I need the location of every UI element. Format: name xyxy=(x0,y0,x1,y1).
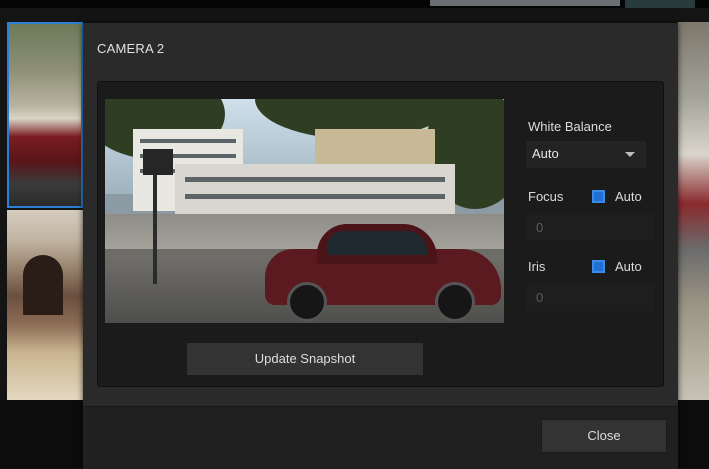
snapshot-window xyxy=(185,177,445,182)
snapshot-car-wheel xyxy=(287,282,327,322)
iris-auto-checkbox[interactable] xyxy=(592,260,605,273)
snapshot-window xyxy=(185,194,445,199)
thumbnail-doorway xyxy=(23,255,63,315)
focus-auto-label: Auto xyxy=(615,189,642,204)
focus-value: 0 xyxy=(536,220,544,235)
iris-value: 0 xyxy=(536,290,544,305)
iris-value-field[interactable]: 0 xyxy=(526,284,654,311)
dialog-title: CAMERA 2 xyxy=(97,41,165,56)
top-bar-highlight xyxy=(430,0,620,6)
snapshot-car-wheel xyxy=(435,282,475,322)
camera-snapshot-image xyxy=(105,99,504,323)
close-button[interactable]: Close xyxy=(541,419,667,453)
camera-settings-dialog: CAMERA 2 White Balance Auto Focus Auto 0… xyxy=(83,23,678,469)
snapshot-sign xyxy=(143,149,173,175)
iris-label: Iris xyxy=(528,259,546,274)
focus-auto-checkbox[interactable] xyxy=(592,190,605,203)
camera-thumbnail-selected[interactable] xyxy=(7,22,83,208)
focus-label: Focus xyxy=(528,189,564,204)
camera-thumbnail[interactable] xyxy=(7,210,83,400)
chevron-down-icon xyxy=(625,152,635,157)
update-snapshot-button[interactable]: Update Snapshot xyxy=(186,342,424,376)
camera-thumbnail-right[interactable] xyxy=(678,22,709,400)
top-bar xyxy=(0,0,709,8)
focus-value-field[interactable]: 0 xyxy=(526,214,654,241)
dialog-footer: Close xyxy=(83,406,678,469)
iris-auto-label: Auto xyxy=(615,259,642,274)
white-balance-label: White Balance xyxy=(528,119,612,134)
snapshot-car-window xyxy=(327,231,427,255)
white-balance-select[interactable]: Auto xyxy=(526,141,646,168)
snapshot-window xyxy=(140,139,236,143)
white-balance-value: Auto xyxy=(532,146,559,161)
snapshot-building xyxy=(175,164,455,219)
top-bar-highlight-right xyxy=(625,0,695,8)
camera-panel: White Balance Auto Focus Auto 0 Iris Aut… xyxy=(97,81,664,387)
